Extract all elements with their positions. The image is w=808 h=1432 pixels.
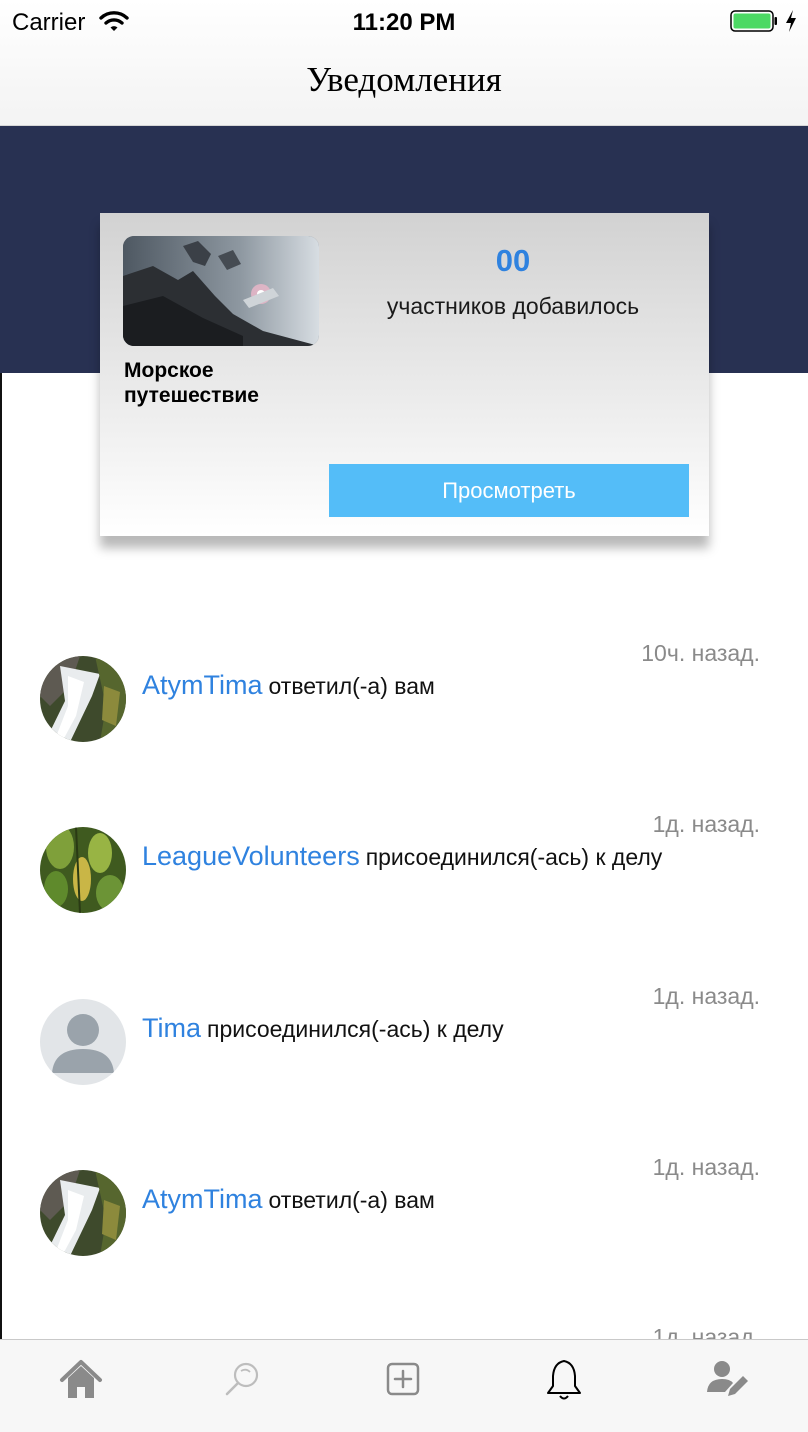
notification-text: LeagueVolunteers присоединился(-ась) к де… <box>142 841 662 872</box>
notification-username[interactable]: AtymTima <box>142 670 263 700</box>
default-avatar-icon[interactable] <box>40 999 126 1085</box>
participants-count: 00 <box>495 243 531 278</box>
list-item[interactable]: 10ч. назад. AtymTima ответил(-а) вам <box>0 640 808 770</box>
battery-icon <box>730 10 778 32</box>
tab-add[interactable] <box>378 1354 428 1404</box>
notification-time: 10ч. назад. <box>641 640 760 666</box>
avatar[interactable] <box>40 656 126 742</box>
notification-time: 1д. назад. <box>652 1154 760 1180</box>
participants-count-label: участников добавилось <box>386 293 640 319</box>
list-item[interactable]: 1д. назад. AtymTima ответил(-а) вам <box>0 1154 808 1284</box>
notification-action: ответил(-а) вам <box>268 1187 435 1213</box>
notification-text: AtymTima ответил(-а) вам <box>142 670 435 701</box>
list-item[interactable]: 1д. назад. Tima присоединился(-ась) к дел… <box>0 983 808 1113</box>
charging-icon <box>784 9 798 33</box>
list-item[interactable]: 1д. назад. LeagueVolunteers присоединился… <box>0 811 808 941</box>
notification-action: присоединился(-ась) к делу <box>207 1016 504 1042</box>
bell-icon <box>547 1360 581 1400</box>
status-bar: Carrier 11:20 PM <box>0 0 808 42</box>
tab-notifications[interactable] <box>539 1354 589 1404</box>
avatar[interactable] <box>40 1170 126 1256</box>
tab-bar <box>0 1339 808 1432</box>
clock: 11:20 PM <box>352 9 456 36</box>
event-title: Морское путешествие <box>124 359 259 407</box>
notification-username[interactable]: Tima <box>142 1013 201 1043</box>
page-title: Уведомления <box>306 60 502 99</box>
add-icon <box>386 1362 420 1396</box>
event-card[interactable]: Морское путешествие 00 участников добави… <box>100 213 709 536</box>
notification-time: 1д. назад. <box>652 811 760 837</box>
view-button[interactable]: Просмотреть <box>329 464 689 517</box>
tab-home[interactable] <box>56 1354 106 1404</box>
search-icon <box>225 1362 259 1396</box>
avatar[interactable] <box>40 827 126 913</box>
tab-profile[interactable] <box>701 1354 751 1404</box>
notification-username[interactable]: AtymTima <box>142 1184 263 1214</box>
edit-profile-icon <box>707 1361 748 1396</box>
home-icon <box>60 1360 102 1398</box>
notification-username[interactable]: LeagueVolunteers <box>142 841 360 871</box>
notification-time: 1д. назад. <box>652 983 760 1009</box>
tab-search[interactable] <box>217 1354 267 1404</box>
event-image[interactable] <box>123 236 319 346</box>
notification-action: ответил(-а) вам <box>268 673 435 699</box>
notification-text: Tima присоединился(-ась) к делу <box>142 1013 504 1044</box>
notification-text: AtymTima ответил(-а) вам <box>142 1184 435 1215</box>
notification-action: присоединился(-ась) к делу <box>365 844 663 870</box>
